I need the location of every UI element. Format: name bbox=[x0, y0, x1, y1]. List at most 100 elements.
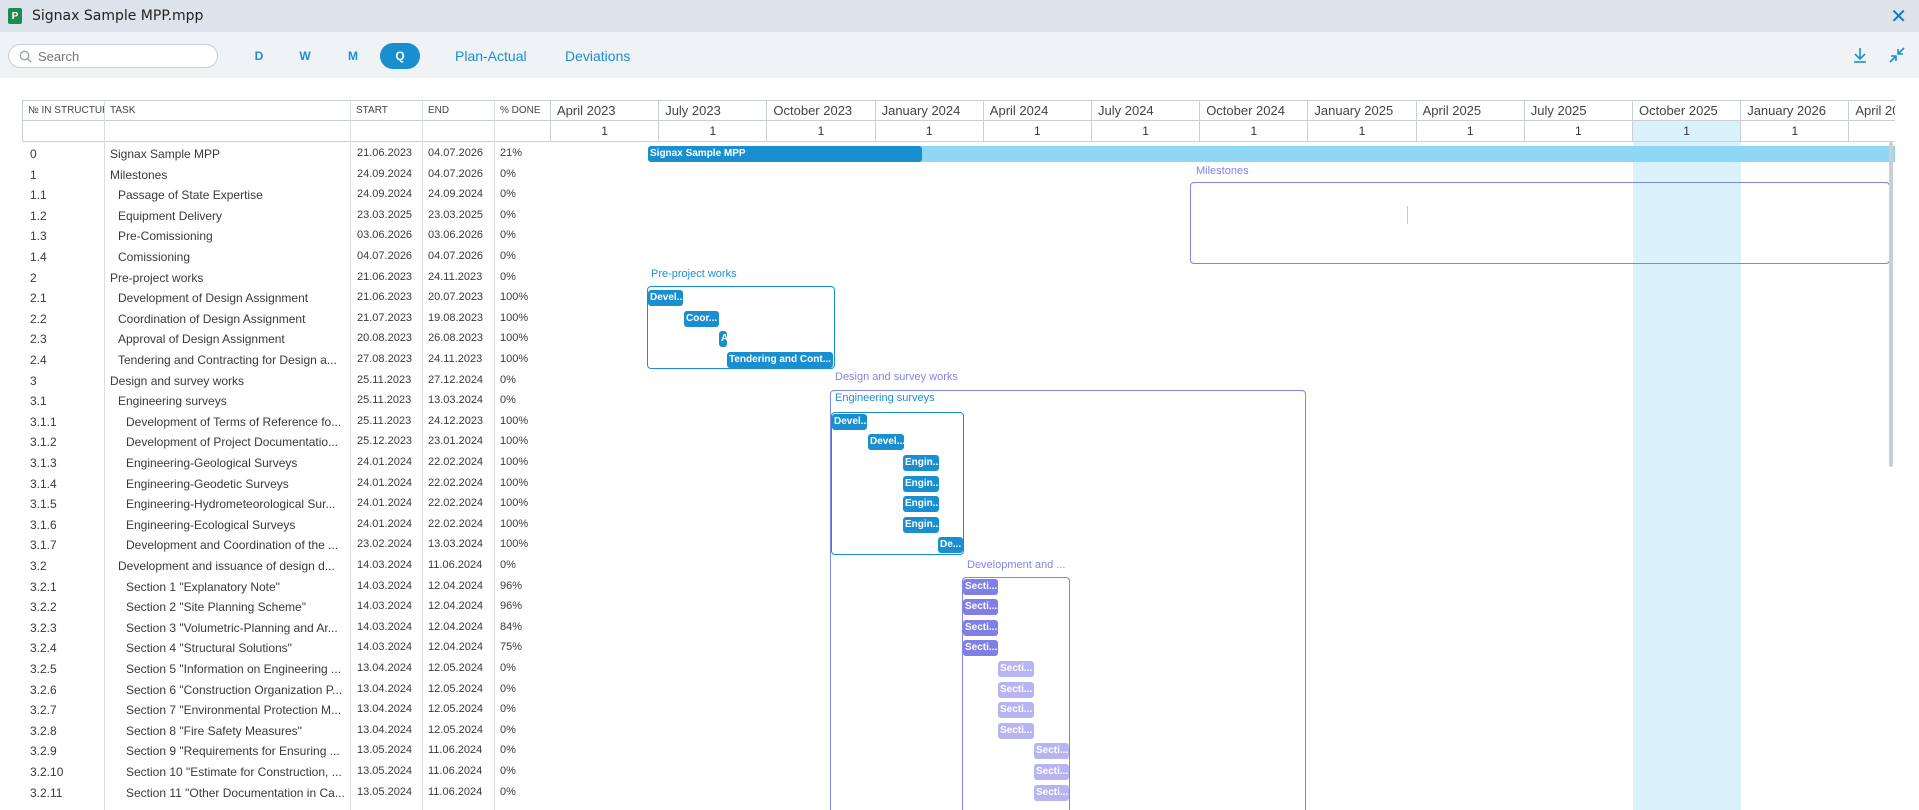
row-task-name: Comissioning bbox=[118, 250, 191, 264]
summary-bar-progress[interactable]: Signax Sample MPP bbox=[648, 146, 922, 162]
row-start-date: 14.03.2024 bbox=[357, 559, 413, 571]
task-bar[interactable]: Engin... bbox=[903, 475, 939, 492]
task-bar[interactable]: De... bbox=[938, 537, 963, 554]
table-row[interactable]: 3.1 Engineering surveys 25.11.2023 13.03.20… bbox=[22, 391, 550, 412]
table-row[interactable]: 1.1 Passage of State Expertise 24.09.2024 2… bbox=[22, 185, 550, 206]
table-row[interactable]: 3.2.5 Section 5 "Information on Engineeri… bbox=[22, 659, 550, 680]
row-task-name: Development of Design Assignment bbox=[118, 291, 309, 306]
task-bar[interactable]: Engin... bbox=[903, 455, 939, 471]
deviations-button[interactable]: Deviations bbox=[565, 48, 630, 64]
task-bar[interactable]: A bbox=[719, 331, 727, 348]
table-row[interactable]: 3.2.2 Section 2 "Site Planning Scheme" 14.… bbox=[22, 597, 550, 618]
table-row[interactable]: 3.2.4 Section 4 "Structural Solutions" 14.… bbox=[22, 638, 550, 659]
table-row[interactable]: 3.2.6 Section 6 "Construction Organizatio… bbox=[22, 680, 550, 701]
table-row[interactable]: 3.1.3 Engineering-Geological Surveys 24.01… bbox=[22, 453, 550, 474]
scale-quarter-button[interactable]: Q bbox=[380, 43, 420, 69]
section-bar[interactable]: Secti... bbox=[998, 661, 1034, 677]
collapse-icon[interactable] bbox=[1888, 46, 1906, 64]
row-end-date: 11.06.2024 bbox=[428, 744, 483, 757]
row-number: 2.1 bbox=[30, 291, 47, 306]
column-header-end[interactable]: END bbox=[422, 100, 494, 121]
search-box[interactable] bbox=[8, 44, 218, 68]
row-end-date: 13.03.2024 bbox=[428, 394, 484, 407]
section-bar[interactable]: Secti... bbox=[998, 722, 1034, 739]
row-start-date: 21.07.2023 bbox=[357, 311, 413, 324]
table-row[interactable]: 2.2 Coordination of Design Assignment 21.0… bbox=[22, 309, 550, 330]
row-end-date: 12.04.2024 bbox=[428, 600, 484, 613]
table-row[interactable]: 3.2 Development and issuance of design d.… bbox=[22, 556, 550, 577]
row-number: 0 bbox=[30, 147, 37, 161]
table-row[interactable]: 3.2.3 Section 3 "Volumetric-Planning and … bbox=[22, 618, 550, 639]
scale-month-button[interactable]: M bbox=[333, 43, 373, 69]
table-row[interactable]: 3.2.8 Section 8 "Fire Safety Measures" 13.… bbox=[22, 721, 550, 742]
table-row[interactable]: 2 Pre-project works 21.06.2023 24.11.2023 0% bbox=[22, 268, 550, 289]
table-row[interactable]: 3.2.9 Section 9 "Requirements for Ensurin… bbox=[22, 741, 550, 762]
task-bar[interactable]: Devel... bbox=[832, 413, 867, 430]
table-row[interactable]: 1.2 Equipment Delivery 23.03.2025 23.03.202… bbox=[22, 206, 550, 227]
table-row[interactable]: 3.1.1 Development of Terms of Reference f… bbox=[22, 412, 550, 433]
task-bar[interactable]: Engin... bbox=[903, 516, 939, 533]
vertical-scrollbar[interactable] bbox=[1889, 142, 1893, 467]
section-bar[interactable]: Secti... bbox=[1034, 743, 1069, 760]
row-percent-done: 0% bbox=[500, 765, 516, 777]
row-start-date: 14.03.2024 bbox=[357, 620, 413, 633]
row-percent-done: 100% bbox=[500, 435, 529, 448]
column-header-task[interactable]: TASK bbox=[104, 100, 350, 121]
section-bar[interactable]: Secti... bbox=[1034, 764, 1069, 780]
row-percent-done: 100% bbox=[500, 414, 529, 427]
section-bar[interactable]: Secti... bbox=[1034, 784, 1069, 801]
table-row[interactable]: 2.4 Tendering and Contracting for Design … bbox=[22, 350, 550, 371]
group-label-engineering: Engineering surveys bbox=[835, 392, 935, 404]
column-header-number[interactable]: № IN STRUCTURE bbox=[22, 100, 104, 121]
column-header-start[interactable]: START bbox=[350, 100, 422, 121]
task-bar[interactable]: Engin... bbox=[903, 496, 939, 513]
task-bar[interactable]: Devel... bbox=[868, 434, 904, 451]
section-bar[interactable]: Secti... bbox=[963, 619, 998, 636]
task-bar[interactable]: Devel... bbox=[648, 290, 683, 307]
row-percent-done: 75% bbox=[500, 641, 523, 654]
task-bar[interactable]: Coor... bbox=[684, 310, 719, 327]
table-row[interactable]: 2.3 Approval of Design Assignment 20.08.20… bbox=[22, 329, 550, 350]
gantt-chart: April 2023 1 July 2023 1 October 2023 1 Januar… bbox=[550, 100, 1895, 810]
table-row[interactable]: 3.1.2 Development of Project Documentatio… bbox=[22, 432, 550, 453]
table-row[interactable]: 3.1.5 Engineering-Hydrometeorological Sur… bbox=[22, 494, 550, 515]
download-icon[interactable] bbox=[1852, 46, 1868, 64]
row-task-name: Signax Sample MPP bbox=[110, 147, 221, 161]
table-row[interactable]: 1.4 Comissioning 04.07.2026 04.07.2026 0% bbox=[22, 247, 550, 268]
table-row[interactable]: 3.2.1 Section 1 "Explanatory Note" 14.03.2… bbox=[22, 577, 550, 598]
table-row[interactable]: 2.1 Development of Design Assignment 21.06… bbox=[22, 288, 550, 309]
section-bar[interactable]: Secti... bbox=[963, 640, 998, 657]
table-row[interactable]: 3.2.11 Section 11 "Other Documentation in… bbox=[22, 783, 550, 804]
section-bar[interactable]: Secti... bbox=[963, 578, 998, 595]
table-row[interactable]: 3.1.6 Engineering-Ecological Surveys 24.01… bbox=[22, 515, 550, 536]
row-start-date: 27.08.2023 bbox=[357, 353, 413, 365]
section-bar[interactable]: Secti... bbox=[998, 702, 1034, 719]
row-number: 3.1.1 bbox=[30, 414, 57, 429]
table-row[interactable]: 1.3 Pre-Comissioning 03.06.2026 03.06.2026 0… bbox=[22, 226, 550, 247]
section-bar[interactable]: Secti... bbox=[998, 681, 1034, 698]
scale-day-button[interactable]: D bbox=[239, 43, 279, 69]
close-icon[interactable]: ✕ bbox=[1890, 4, 1907, 29]
row-number: 2.4 bbox=[30, 353, 47, 367]
row-number: 3.1.5 bbox=[30, 497, 57, 512]
table-row[interactable]: 3.2.10 Section 10 "Estimate for Construct… bbox=[22, 762, 550, 783]
table-row[interactable]: 3.1.7 Development and Coordination of the… bbox=[22, 535, 550, 556]
group-label-development: Development and ... bbox=[967, 559, 1066, 571]
column-header-done[interactable]: % DONE bbox=[494, 100, 550, 121]
table-row[interactable]: 3.1.4 Engineering-Geodetic Surveys 24.01.2… bbox=[22, 474, 550, 495]
row-task-name: Section 9 "Requirements for Ensuring ... bbox=[126, 744, 340, 759]
plan-actual-button[interactable]: Plan-Actual bbox=[455, 48, 527, 64]
scale-week-button[interactable]: W bbox=[285, 43, 325, 69]
table-row[interactable]: 0 Signax Sample MPP 21.06.2023 04.07.2026 21… bbox=[22, 144, 550, 165]
row-start-date: 20.08.2023 bbox=[357, 332, 413, 345]
task-bar[interactable]: Tendering and Cont... bbox=[727, 352, 833, 368]
table-row[interactable]: 1 Milestones 24.09.2024 04.07.2026 0% bbox=[22, 165, 550, 186]
search-input[interactable] bbox=[38, 48, 208, 64]
filter-cell bbox=[350, 121, 422, 142]
section-bar[interactable]: Secti... bbox=[963, 599, 998, 616]
table-row[interactable]: 3.2.7 Section 7 "Environmental Protection… bbox=[22, 700, 550, 721]
row-percent-done: 84% bbox=[500, 620, 523, 633]
row-number: 3.1.2 bbox=[30, 435, 57, 450]
row-task-name: Section 4 "Structural Solutions" bbox=[126, 641, 292, 656]
table-row[interactable]: 3 Design and survey works 25.11.2023 27.12.… bbox=[22, 371, 550, 392]
